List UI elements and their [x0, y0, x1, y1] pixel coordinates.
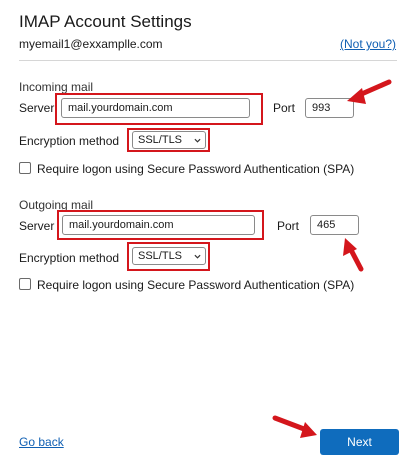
red-arrow-icon: [347, 79, 392, 104]
outgoing-server-input[interactable]: [62, 215, 255, 235]
outgoing-port-label: Port: [277, 219, 300, 233]
outgoing-spa-label: Require logon using Secure Password Auth…: [37, 278, 355, 292]
go-back-link[interactable]: Go back: [19, 435, 64, 450]
incoming-port-label: Port: [273, 101, 296, 115]
not-you-link[interactable]: (Not you?): [340, 37, 396, 52]
page-title: IMAP Account Settings: [19, 12, 192, 31]
account-email: myemail1@exxamplle.com: [19, 37, 163, 51]
next-button[interactable]: Next: [320, 429, 399, 455]
divider: [19, 60, 397, 61]
red-arrow-icon: [272, 415, 317, 438]
incoming-encryption-label: Encryption method: [19, 134, 120, 148]
outgoing-port-input[interactable]: [310, 215, 359, 235]
incoming-encryption-select[interactable]: SSL/TLS: [132, 131, 206, 149]
imap-settings-dialog: IMAP Account Settings myemail1@exxamplle…: [0, 0, 420, 464]
incoming-encryption-value: SSL/TLS: [138, 134, 183, 146]
incoming-spa-checkbox[interactable]: [19, 162, 31, 174]
chevron-down-icon: [194, 254, 201, 259]
incoming-server-label: Server: [19, 101, 55, 115]
incoming-spa-label: Require logon using Secure Password Auth…: [37, 162, 355, 176]
red-arrow-icon: [343, 238, 364, 272]
chevron-down-icon: [194, 138, 201, 143]
outgoing-spa-checkbox[interactable]: [19, 278, 31, 290]
outgoing-encryption-select[interactable]: SSL/TLS: [132, 247, 206, 265]
outgoing-server-label: Server: [19, 219, 55, 233]
outgoing-encryption-value: SSL/TLS: [138, 250, 183, 262]
outgoing-encryption-label: Encryption method: [19, 251, 120, 265]
incoming-server-input[interactable]: [61, 98, 250, 118]
